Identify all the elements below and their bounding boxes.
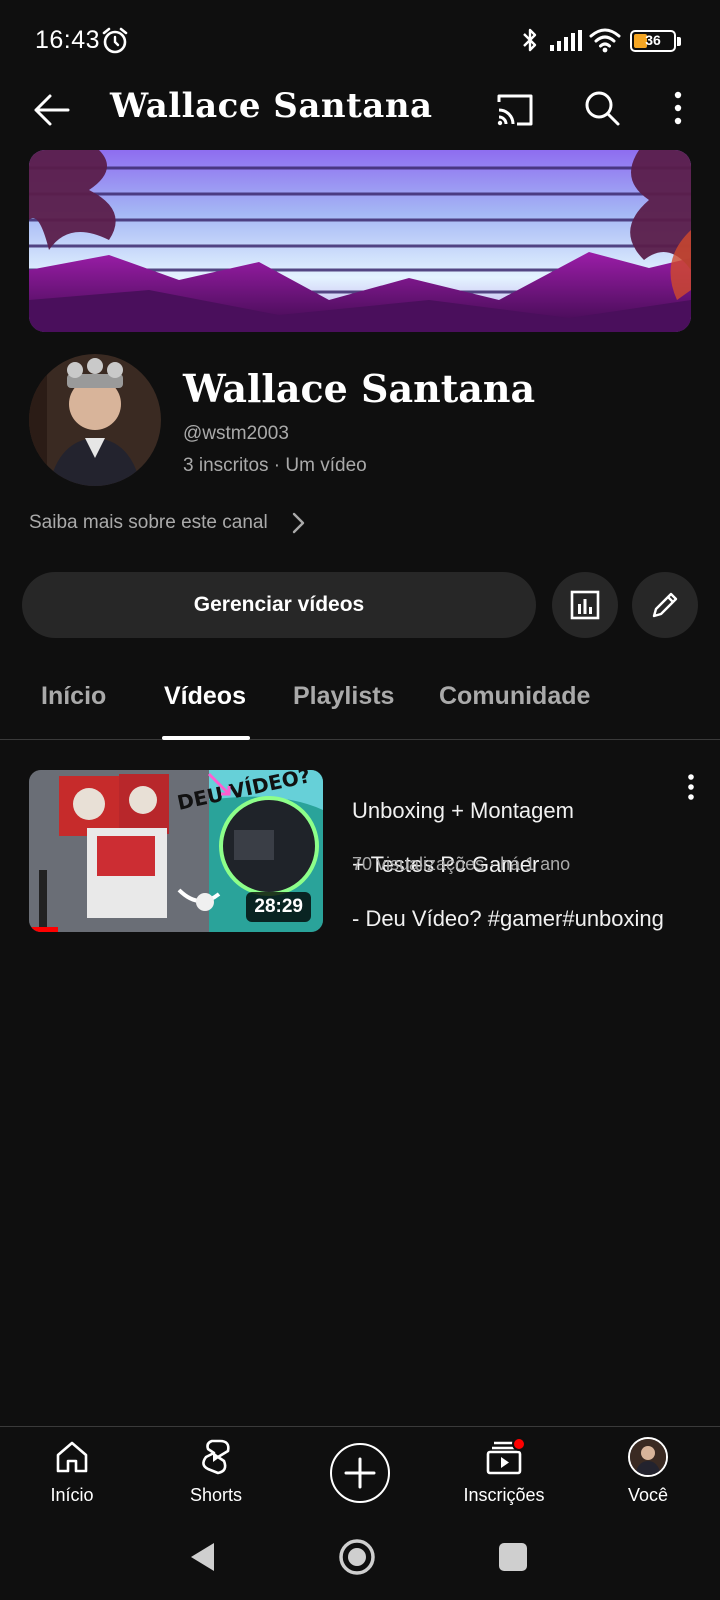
chevron-right-icon (292, 512, 304, 534)
channel-name: Wallace Santana (183, 366, 536, 411)
app-bar: Wallace Santana (0, 80, 720, 146)
battery-level: 36 (645, 32, 661, 48)
more-vertical-icon[interactable] (660, 86, 696, 130)
avatar (628, 1437, 668, 1477)
create-button[interactable] (330, 1443, 390, 1503)
tab-comunidade[interactable]: Comunidade (439, 682, 590, 711)
notification-dot (512, 1437, 526, 1451)
edit-channel-button[interactable] (632, 572, 698, 638)
back-arrow-icon[interactable] (30, 88, 74, 132)
nav-label: Inscrições (463, 1485, 545, 1505)
video-more-icon[interactable] (679, 770, 703, 806)
tab-playlists[interactable]: Playlists (293, 682, 394, 711)
avatar-image (29, 354, 161, 486)
status-time: 16:43 (35, 26, 101, 54)
video-title-line: - Deu Vídeo? #gamer#unboxing (352, 906, 664, 931)
channel-stats: 3 inscritos · Um vídeo (183, 455, 367, 476)
video-title-line: Unboxing + Montagem (352, 798, 574, 823)
analytics-icon (570, 590, 600, 620)
watch-progress-bar (29, 927, 59, 932)
channel-tabs: Início Vídeos Playlists Comunidade (0, 660, 720, 740)
alarm-icon (102, 27, 128, 54)
video-thumbnail[interactable]: DEU VÍDEO? 28:29 (29, 770, 323, 932)
signal-icon (550, 30, 582, 51)
create-plus-icon (344, 1457, 376, 1489)
edit-pencil-icon (652, 592, 678, 618)
channel-handle: @wstm2003 (183, 423, 289, 444)
search-icon[interactable] (580, 86, 624, 130)
tab-inicio[interactable]: Início (41, 682, 106, 711)
nav-you[interactable]: Você (588, 1437, 708, 1506)
about-channel-link[interactable]: Saiba mais sobre este canal (29, 511, 306, 535)
system-recents-icon[interactable] (499, 1543, 527, 1571)
bluetooth-icon (523, 28, 537, 52)
nav-label: Shorts (189, 1485, 243, 1505)
battery-icon: 36 (630, 30, 676, 52)
video-meta: 70 visualizações · há 1 ano (352, 854, 571, 874)
nav-shorts[interactable]: Shorts (156, 1437, 276, 1506)
active-tab-indicator (162, 736, 250, 740)
manage-videos-button[interactable]: Gerenciar vídeos (22, 572, 536, 638)
battery-tip (677, 37, 681, 46)
tab-videos[interactable]: Vídeos (164, 682, 246, 711)
channel-banner (29, 150, 691, 332)
home-icon (56, 1441, 88, 1473)
wifi-icon (589, 28, 621, 53)
video-duration: 28:29 (246, 892, 311, 922)
system-back-icon[interactable] (188, 1540, 218, 1574)
avatar-image (630, 1439, 666, 1475)
shorts-icon (202, 1439, 230, 1475)
status-bar: 16:43 36 (0, 0, 720, 80)
system-navigation (0, 1528, 720, 1600)
channel-avatar[interactable] (29, 354, 161, 486)
bottom-navigation: Início Shorts Inscrições Você (0, 1426, 720, 1528)
about-channel-label: Saiba mais sobre este canal (29, 512, 268, 533)
nav-label: Início (50, 1485, 94, 1505)
nav-subscriptions[interactable]: Inscrições (444, 1437, 564, 1506)
video-list-item[interactable]: DEU VÍDEO? 28:29 Unboxing + Montagem + T… (29, 770, 699, 932)
system-home-icon[interactable] (338, 1538, 376, 1576)
nav-home[interactable]: Início (12, 1437, 132, 1506)
app-bar-title: Wallace Santana (110, 86, 433, 126)
analytics-button[interactable] (552, 572, 618, 638)
nav-label: Você (627, 1485, 669, 1505)
cast-icon[interactable] (493, 88, 537, 132)
